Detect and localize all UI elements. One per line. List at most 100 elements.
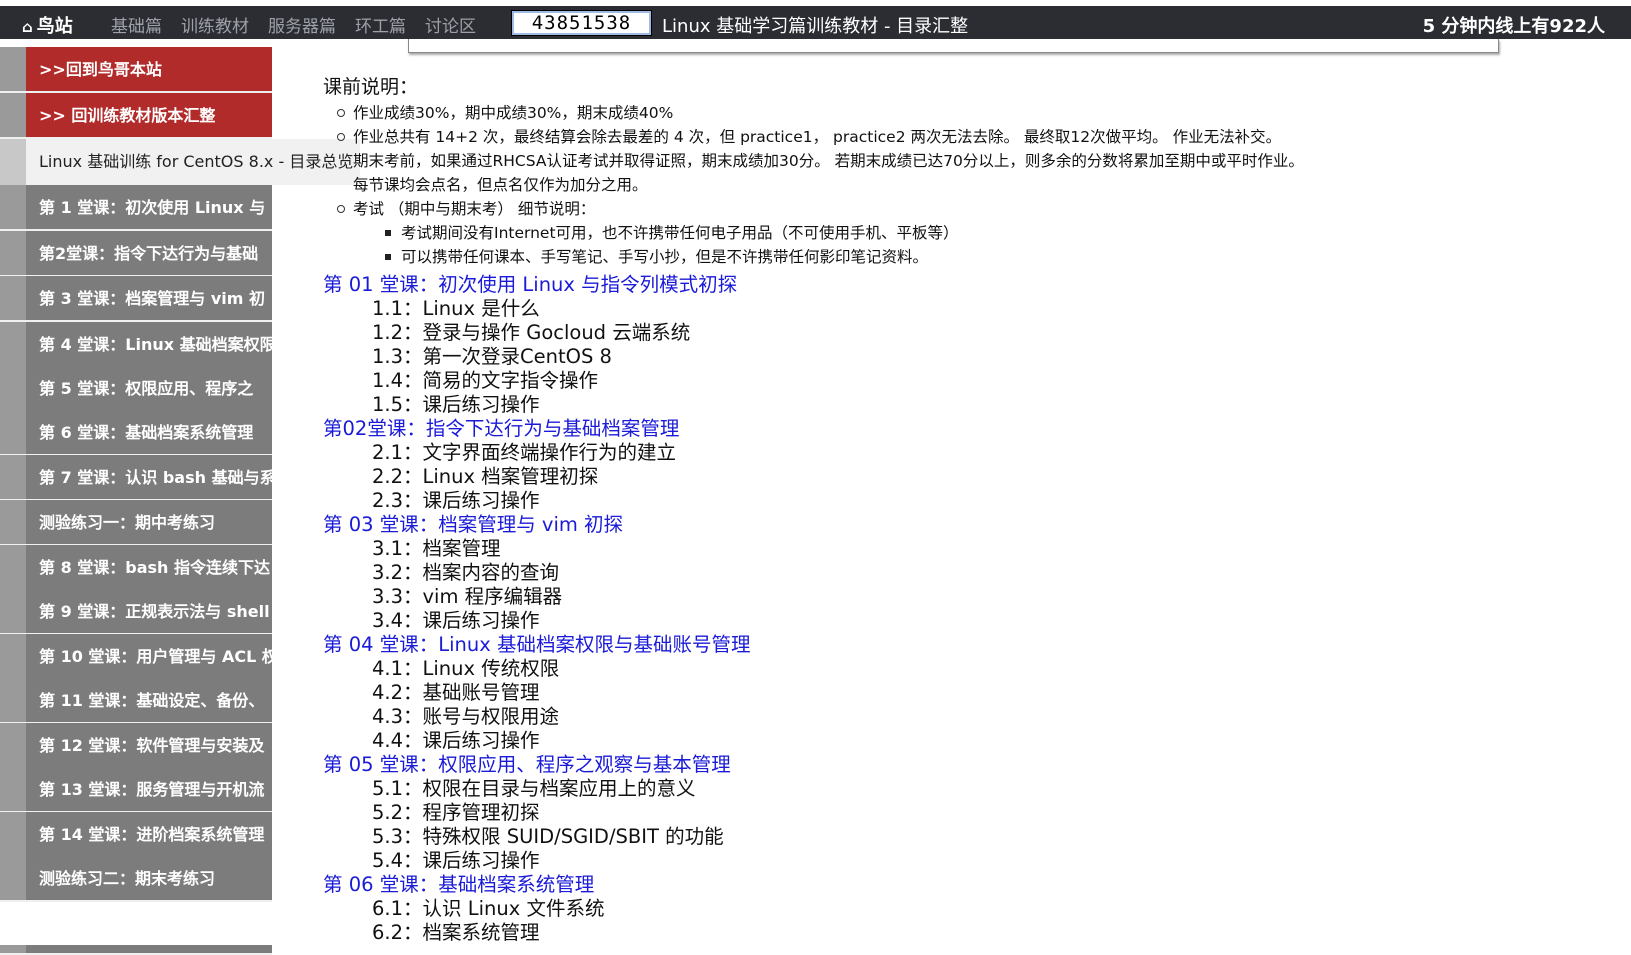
sidebar-item-label: >>回到鸟哥本站 — [39, 60, 162, 79]
section-item: 6.1：认识 Linux 文件系统 — [372, 897, 605, 920]
sidebar-item[interactable]: 第 13 堂课：服务管理与开机流 — [0, 767, 272, 813]
sidebar-item-edge — [0, 322, 26, 366]
sidebar-item-label: 第 14 堂课：进阶档案系统管理 — [39, 825, 265, 844]
sidebar-item[interactable]: Linux 基础训练 for CentOS 8.x - 目录总览 — [0, 139, 360, 185]
chapter-link[interactable]: 第 01 堂课：初次使用 Linux 与指令列模式初探 — [323, 273, 1623, 297]
section-item: 5.4：课后练习操作 — [372, 849, 540, 872]
nav-link-training[interactable]: 训练教材 — [181, 17, 249, 37]
section-item: 2.1：文字界面终端操作行为的建立 — [372, 441, 677, 464]
section-item: 4.3：账号与权限用途 — [372, 705, 560, 728]
section-item: 6.2：档案系统管理 — [372, 921, 540, 944]
sidebar-item[interactable]: >>回到鸟哥本站 — [0, 47, 272, 93]
site-nav: 基础篇 训练教材 服务器篇 环工篇 讨论区 — [111, 12, 495, 37]
sidebar-item-label: 第 4 堂课：Linux 基础档案权限 — [39, 335, 272, 354]
section-item: 1.5：课后练习操作 — [372, 393, 540, 416]
nav-link-basic[interactable]: 基础篇 — [111, 17, 162, 37]
sidebar-item-label: 第 11 堂课：基础设定、备份、 — [39, 691, 265, 710]
exam-rule: 考试期间没有Internet可用，也不许携带任何电子用品（不可使用手机、平板等） — [385, 221, 1623, 245]
section-item: 4.4：课后练习操作 — [372, 729, 540, 752]
sidebar-item[interactable]: 测验练习一：期中考练习 — [0, 500, 272, 546]
exam-rule: 可以携带任何课本、手写笔记、手写小抄，但是不许携带任何影印笔记资料。 — [385, 245, 1623, 269]
exam-rules-list: 考试期间没有Internet可用，也不许携带任何电子用品（不可使用手机、平板等）… — [353, 221, 1623, 269]
intro-title: 课前说明： — [323, 76, 419, 98]
sidebar-item-label: 第 12 堂课：软件管理与安装及 — [39, 736, 265, 755]
section-item: 5.3：特殊权限 SUID/SGID/SBIT 的功能 — [372, 825, 724, 848]
sidebar-item-edge — [0, 276, 26, 320]
sidebar-item-edge — [0, 500, 26, 544]
section-item: 2.3：课后练习操作 — [372, 489, 540, 512]
sidebar-item[interactable]: 第2堂课：指令下达行为与基础 — [0, 231, 272, 277]
chapter-link[interactable]: 第 03 堂课：档案管理与 vim 初探 — [323, 513, 1623, 537]
sidebar-item[interactable]: 第 6 堂课：基础档案系统管理 — [0, 410, 272, 456]
sidebar-item[interactable]: 第 1 堂课：初次使用 Linux 与 — [0, 185, 272, 231]
sidebar-item-label: 第 13 堂课：服务管理与开机流 — [39, 780, 265, 799]
sidebar-item-label: >> 回训练教材版本汇整 — [39, 106, 216, 125]
section-item: 4.2：基础账号管理 — [372, 681, 540, 704]
sidebar-item[interactable]: 第 5 堂课：权限应用、程序之 — [0, 366, 272, 412]
sidebar-item-edge — [0, 231, 26, 275]
section-item: 1.3：第一次登录CentOS 8 — [372, 345, 612, 368]
sidebar-item[interactable]: 第 14 堂课：进阶档案系统管理 — [0, 812, 272, 858]
top-navigation-bar: ⌂ 鸟站 基础篇 训练教材 服务器篇 环工篇 讨论区 43851538 Linux 基础学… — [0, 6, 1631, 39]
sidebar-item[interactable]: 第 4 堂课：Linux 基础档案权限 — [0, 322, 272, 368]
chapter-link[interactable]: 第 05 堂课：权限应用、程序之观察与基本管理 — [323, 753, 1623, 777]
section-item: 3.2：档案内容的查询 — [372, 561, 560, 584]
intro-line: 考试 （期中与期末考） 细节说明： — [353, 200, 596, 218]
sidebar-item-edge — [0, 366, 26, 410]
sidebar-item-edge — [0, 93, 26, 137]
sidebar-item-edge — [0, 185, 26, 229]
intro-line: 每节课均会点名，但点名仅作为加分之用。 — [353, 176, 648, 194]
sidebar-item[interactable]: >> 回训练教材版本汇整 — [0, 93, 272, 139]
sidebar-item-label: 第 9 堂课：正规表示法与 shell — [39, 602, 270, 621]
intro-item: 作业成绩30%，期中成绩30%，期末成绩40% — [337, 101, 1623, 125]
sidebar-item-label: 第 5 堂课：权限应用、程序之 — [39, 379, 254, 398]
nav-link-server[interactable]: 服务器篇 — [268, 17, 336, 37]
sidebar-item-partial[interactable] — [0, 945, 272, 955]
sidebar-item-edge — [0, 139, 26, 185]
section-item: 5.1：权限在目录与档案应用上的意义 — [372, 777, 696, 800]
sidebar-item[interactable]: 第 9 堂课：正规表示法与 shell — [0, 589, 272, 635]
intro-item: 作业总共有 14+2 次，最终结算会除去最差的 4 次，但 practice1，… — [337, 125, 1623, 197]
sidebar-item-edge — [0, 589, 26, 633]
section-item: 3.1：档案管理 — [372, 537, 501, 560]
sidebar-item-edge — [0, 856, 26, 900]
sidebar-item-label: 第 3 堂课：档案管理与 vim 初 — [39, 289, 266, 308]
visit-counter: 43851538 — [511, 10, 652, 36]
section-item: 2.2：Linux 档案管理初探 — [372, 465, 599, 488]
chapter-link[interactable]: 第 04 堂课：Linux 基础档案权限与基础账号管理 — [323, 633, 1623, 657]
main-content: 课前说明： 作业成绩30%，期中成绩30%，期末成绩40% 作业总共有 14+2… — [323, 72, 1623, 945]
section-item: 1.2：登录与操作 Gocloud 云端系统 — [372, 321, 691, 344]
home-icon: ⌂ — [22, 18, 33, 36]
sidebar-item-label: 测验练习二：期末考练习 — [39, 869, 216, 888]
intro-line: 作业总共有 14+2 次，最终结算会除去最差的 4 次，但 practice1，… — [353, 128, 1282, 146]
intro-item: 考试 （期中与期末考） 细节说明： 考试期间没有Internet可用，也不许携带… — [337, 197, 1623, 269]
page-title: Linux 基础学习篇训练教材 - 目录汇整 — [662, 16, 969, 37]
sidebar-item-edge — [0, 723, 26, 767]
sidebar-item[interactable]: 第 12 堂课：软件管理与安装及 — [0, 723, 272, 769]
sidebar-item-label: 第 6 堂课：基础档案系统管理 — [39, 423, 254, 442]
intro-line: 作业成绩30%，期中成绩30%，期末成绩40% — [353, 104, 674, 122]
section-item: 5.2：程序管理初探 — [372, 801, 540, 824]
sidebar-item[interactable]: 第 7 堂课：认识 bash 基础与系 — [0, 455, 272, 501]
sidebar-item-edge — [0, 812, 26, 856]
intro-list: 作业成绩30%，期中成绩30%，期末成绩40% 作业总共有 14+2 次，最终结… — [323, 101, 1623, 269]
sidebar-item-edge — [0, 410, 26, 454]
sidebar-item-edge — [0, 678, 26, 722]
sidebar-item-edge — [0, 945, 26, 953]
nav-link-forum[interactable]: 讨论区 — [425, 17, 476, 37]
home-label: 鸟站 — [36, 16, 73, 37]
sidebar-item[interactable]: 测验练习二：期末考练习 — [0, 856, 272, 902]
sidebar-item-edge — [0, 455, 26, 499]
chapter-link[interactable]: 第02堂课：指令下达行为与基础档案管理 — [323, 417, 1623, 441]
intro-line: 期末考前，如果通过RHCSA认证考试并取得证照，期末成绩加30分。 若期末成绩已… — [353, 152, 1304, 170]
sidebar-item[interactable]: 第 8 堂课：bash 指令连续下达 — [0, 545, 272, 591]
home-link[interactable]: ⌂ 鸟站 — [22, 12, 73, 38]
chapter-link[interactable]: 第 06 堂课：基础档案系统管理 — [323, 873, 1623, 897]
sidebar-item[interactable]: 第 3 堂课：档案管理与 vim 初 — [0, 276, 272, 322]
sidebar-item[interactable]: 第 10 堂课：用户管理与 ACL 权 — [0, 634, 272, 680]
sidebar-item[interactable]: 第 11 堂课：基础设定、备份、 — [0, 678, 272, 724]
sidebar-item-edge — [0, 767, 26, 811]
header-underbar — [408, 39, 1499, 53]
nav-link-env[interactable]: 环工篇 — [355, 17, 406, 37]
sidebar-item-edge — [0, 47, 26, 91]
